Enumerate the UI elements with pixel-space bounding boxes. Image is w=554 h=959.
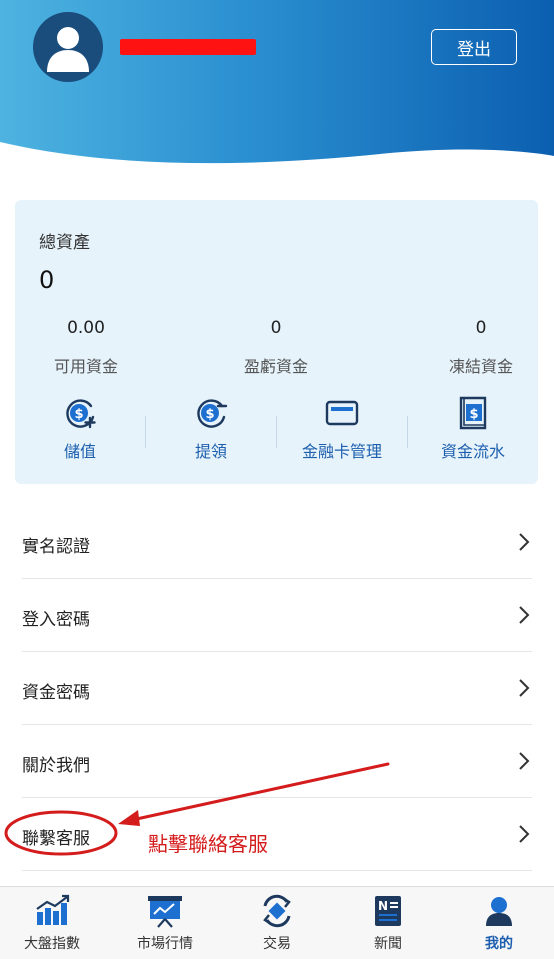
asset-card: 總資產 0 0.00 可用資金 0 盈虧資金 0 凍結資金 $ 儲值 $ 提領 … [15,200,538,484]
header-wave [0,142,554,180]
fund-flow-button[interactable]: $ 資金流水 [408,396,538,462]
stat-value: 0 [475,318,487,338]
menu-item-label: 關於我們 [22,756,90,776]
stat-label: 可用資金 [53,357,118,376]
annotation-text: 點擊聯絡客服 [148,832,268,856]
dollar-plus-icon: $ [66,399,96,429]
redacted-username [120,39,256,55]
tab-label: 新聞 [374,936,402,952]
exchange-icon [263,894,291,928]
user-avatar-icon [47,27,89,72]
stat-label: 盈虧資金 [243,357,308,376]
action-label: 金融卡管理 [301,442,382,461]
stat-value: 0 [270,318,282,338]
stat-label: 凍結資金 [448,357,513,376]
ledger-icon: $ [459,396,487,430]
tab-trade[interactable]: 交易 [222,893,332,953]
tab-label: 市場行情 [137,936,193,952]
tab-market-quotes[interactable]: 市場行情 [110,893,220,953]
card-management-button[interactable]: 金融卡管理 [277,396,407,462]
tab-news[interactable]: N 新聞 [333,893,443,953]
dollar-minus-icon: $ [197,399,228,428]
menu-item-label: 資金密碼 [22,683,90,703]
tab-label: 交易 [263,936,291,952]
chevron-right-icon [519,606,530,624]
avatar[interactable] [33,12,103,82]
total-assets-value: 0 [39,266,55,294]
stat-profit-loss: 0 盈虧資金 [216,318,336,377]
news-icon: N [375,896,401,926]
card-icon [325,400,359,426]
action-label: 提領 [194,442,227,461]
total-assets-label: 總資產 [39,233,90,253]
profile-header: 登出 [0,0,554,180]
bottom-tab-bar: 大盤指數 市場行情 交易 N 新聞 我的 [0,886,554,959]
presentation-chart-icon [148,896,182,928]
tab-mine[interactable]: 我的 [444,893,554,953]
deposit-button[interactable]: $ 儲值 [15,396,145,462]
asset-actions: $ 儲值 $ 提領 金融卡管理 $ 資金流水 [15,396,538,466]
svg-text:N: N [378,899,388,913]
annotation-arrow-icon [118,762,390,826]
menu-item-login-password[interactable]: 登入密碼 [22,579,532,652]
menu-item-label: 實名認證 [22,537,90,557]
chevron-right-icon [519,679,530,697]
stat-frozen: 0 凍結資金 [421,318,541,377]
stat-value: 0.00 [67,318,105,338]
tab-label: 大盤指數 [24,936,80,952]
tab-label: 我的 [485,936,513,952]
svg-text:$: $ [205,407,214,422]
stat-available: 0.00 可用資金 [26,318,146,377]
logout-button[interactable]: 登出 [431,29,517,65]
menu-item-real-name-verification[interactable]: 實名認證 [22,506,532,579]
chevron-right-icon [519,752,530,770]
chevron-right-icon [519,533,530,551]
svg-text:$: $ [74,407,83,422]
menu-item-label: 登入密碼 [22,610,90,630]
menu-item-fund-password[interactable]: 資金密碼 [22,652,532,725]
user-icon [486,897,512,926]
bar-chart-icon [36,894,70,925]
chevron-right-icon [519,825,530,843]
action-label: 儲值 [63,442,96,461]
tab-market-index[interactable]: 大盤指數 [0,893,107,953]
svg-text:$: $ [469,407,478,422]
withdraw-button[interactable]: $ 提領 [146,396,276,462]
action-label: 資金流水 [440,442,505,461]
annotation-ellipse [4,810,118,856]
